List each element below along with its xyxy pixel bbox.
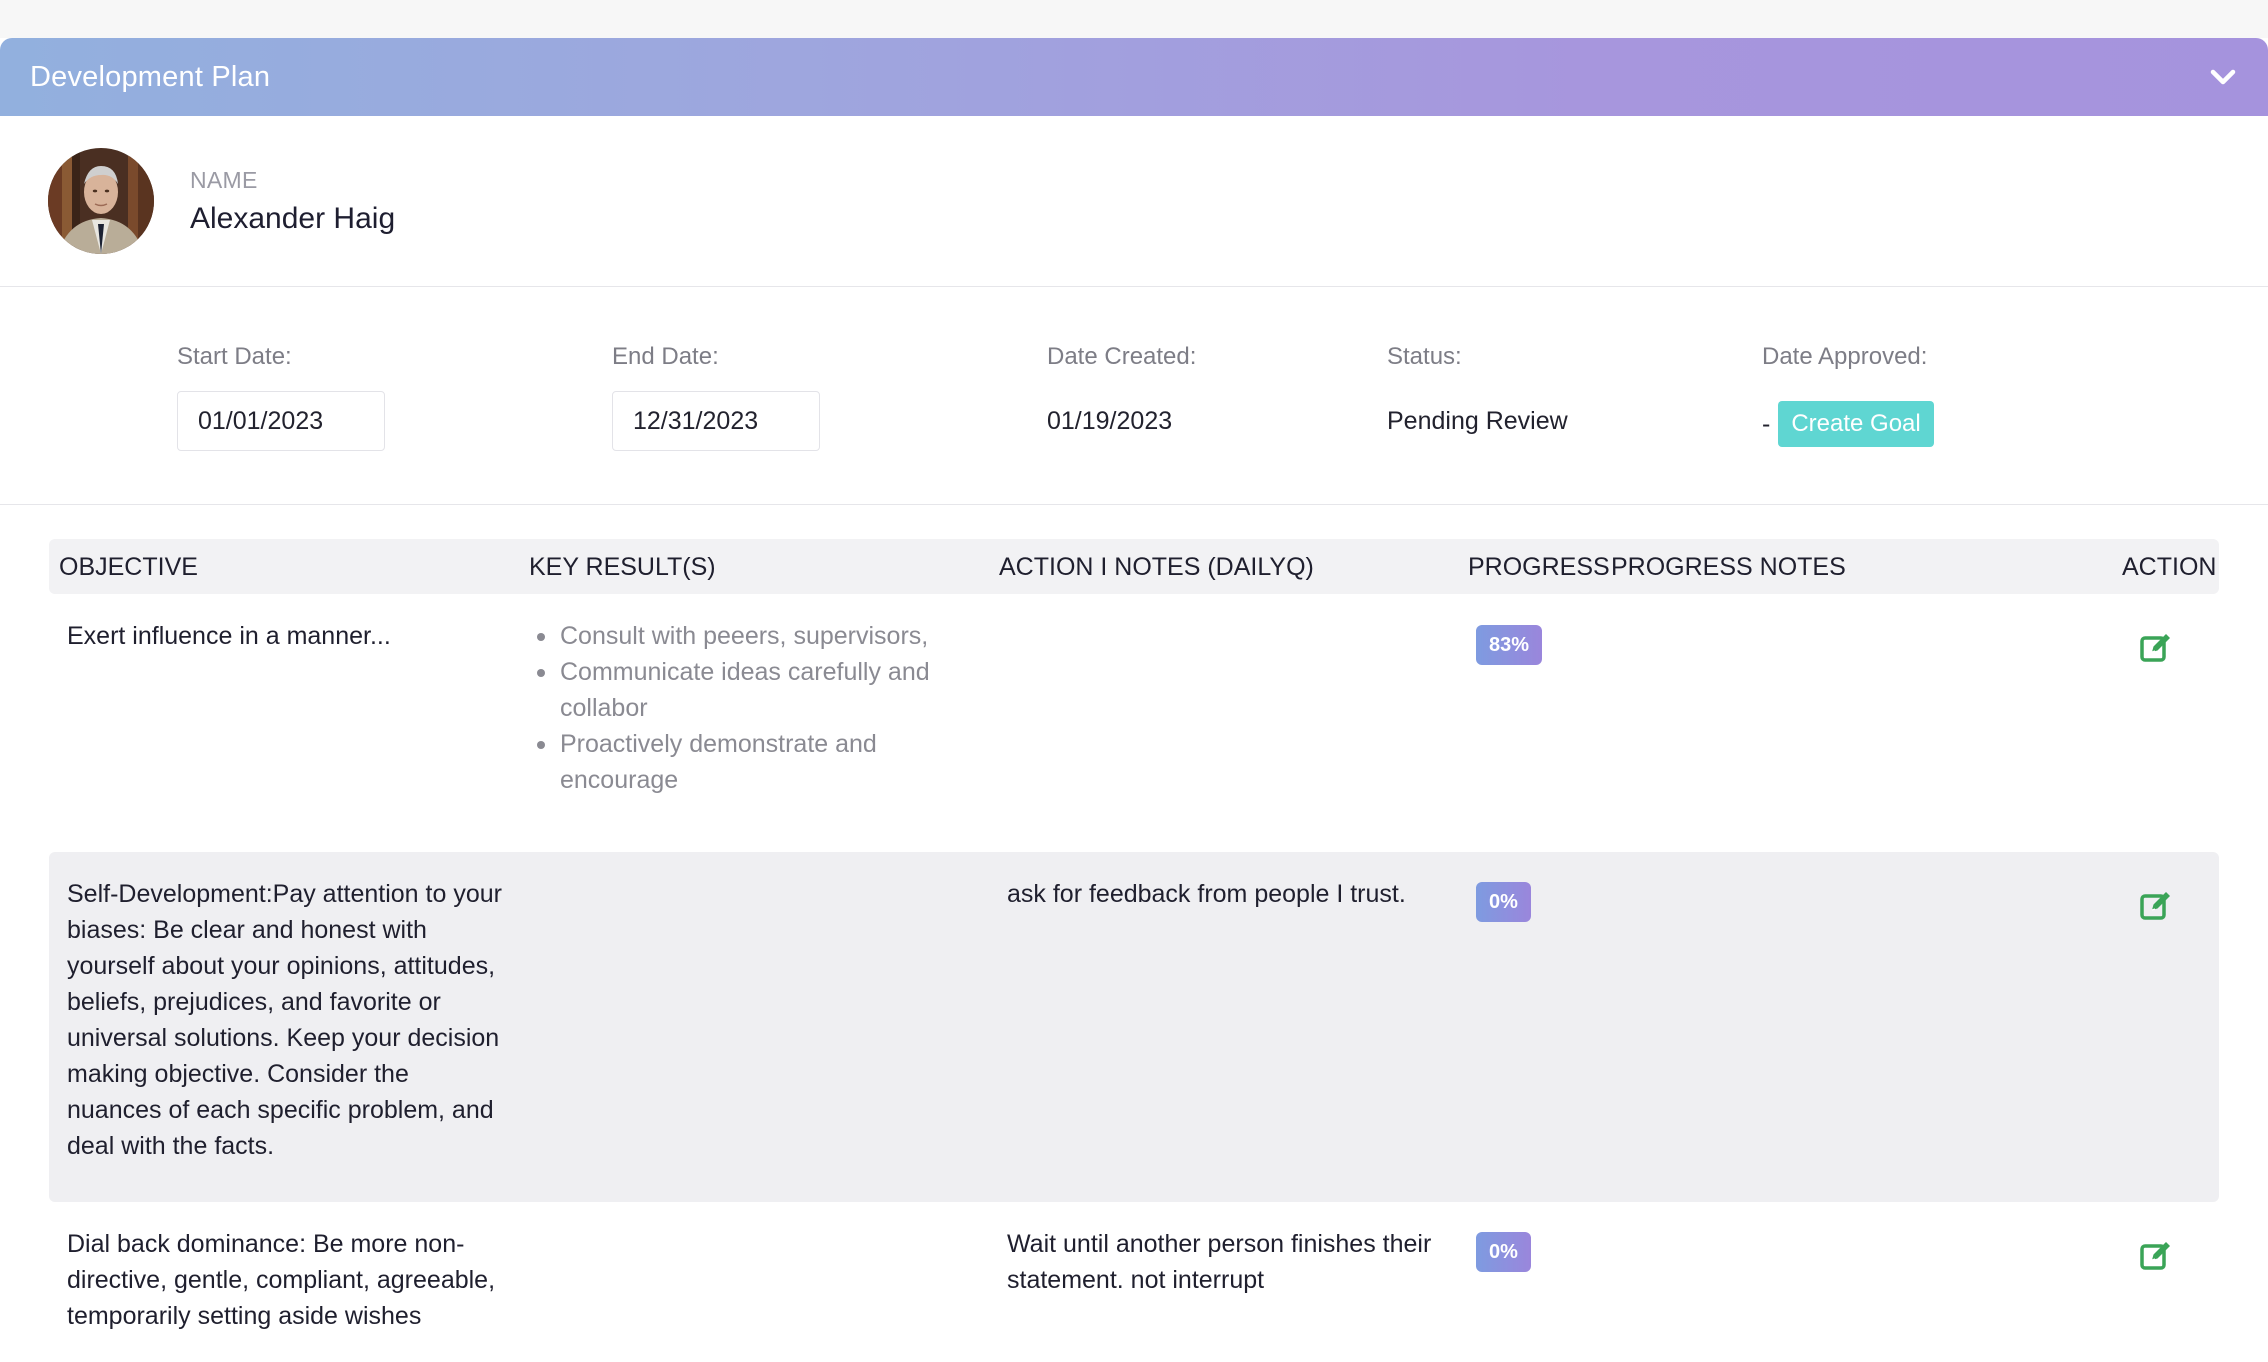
- edit-icon[interactable]: [2139, 889, 2173, 923]
- create-goal-button[interactable]: Create Goal: [1778, 401, 1934, 447]
- header-progress: PROGRESS: [1468, 553, 1610, 581]
- objective-cell: Exert influence in a manner...: [67, 622, 391, 650]
- plan-dates-section: Start Date: 01/01/2023 End Date: 12/31/2…: [0, 287, 2268, 505]
- end-date-label: End Date:: [612, 343, 719, 370]
- key-results-list: Consult with peeers, supervisors, Commun…: [535, 618, 945, 798]
- status-value: Pending Review: [1387, 407, 1568, 435]
- header-action: ACTION: [2122, 553, 2217, 581]
- header-key-results: KEY RESULT(S): [529, 553, 716, 581]
- date-approved-row: - Create Goal: [1762, 401, 1934, 447]
- top-strip: [0, 0, 2268, 38]
- profile-section: NAME Alexander Haig: [0, 116, 2268, 287]
- header-action-notes: ACTION I NOTES (DAILYQ): [999, 553, 1314, 581]
- header-progress-notes: PROGRESS NOTES: [1611, 553, 1846, 581]
- date-created-value: 01/19/2023: [1047, 407, 1173, 435]
- table-row: Exert influence in a manner... Consult w…: [49, 594, 2219, 852]
- progress-badge: 0%: [1476, 1232, 1531, 1272]
- edit-icon[interactable]: [2139, 1239, 2173, 1273]
- action-notes-cell: ask for feedback from people I trust.: [1007, 880, 1406, 908]
- key-result-item: Proactively demonstrate and encourage: [535, 726, 945, 798]
- key-result-item: Consult with peeers, supervisors,: [535, 618, 945, 654]
- objectives-table: OBJECTIVE KEY RESULT(S) ACTION I NOTES (…: [49, 539, 2219, 1352]
- date-created-field: Date Created: 01/19/2023: [1047, 343, 1196, 436]
- edit-icon[interactable]: [2139, 631, 2173, 665]
- panel-title: Development Plan: [30, 60, 271, 93]
- profile-text: NAME Alexander Haig: [190, 167, 395, 236]
- key-result-item: Communicate ideas carefully and collabor: [535, 654, 945, 726]
- name-label: NAME: [190, 166, 258, 193]
- chevron-down-icon[interactable]: [2208, 62, 2238, 92]
- panel-header[interactable]: Development Plan: [0, 38, 2268, 116]
- avatar: [48, 148, 154, 254]
- date-created-label: Date Created:: [1047, 343, 1197, 370]
- start-date-input[interactable]: 01/01/2023: [177, 391, 385, 451]
- start-date-label: Start Date:: [177, 343, 292, 370]
- progress-badge: 83%: [1476, 625, 1543, 665]
- date-approved-label: Date Approved:: [1762, 343, 1928, 370]
- objective-cell: Self-Development:Pay attention to your b…: [67, 880, 502, 1160]
- objective-cell: Dial back dominance: Be more non-directi…: [67, 1230, 496, 1330]
- start-date-field: Start Date: 01/01/2023: [177, 343, 385, 451]
- table-row: Self-Development:Pay attention to your b…: [49, 852, 2219, 1202]
- date-approved-value: -: [1762, 409, 1771, 438]
- end-date-input[interactable]: 12/31/2023: [612, 391, 820, 451]
- header-objective: OBJECTIVE: [59, 553, 198, 581]
- status-field: Status: Pending Review: [1387, 343, 1568, 436]
- employee-name: Alexander Haig: [190, 201, 396, 235]
- progress-badge: 0%: [1476, 882, 1531, 922]
- status-label: Status:: [1387, 343, 1462, 370]
- table-row: Dial back dominance: Be more non-directi…: [49, 1202, 2219, 1352]
- table-header: OBJECTIVE KEY RESULT(S) ACTION I NOTES (…: [49, 539, 2219, 594]
- action-notes-cell: Wait until another person finishes their…: [1007, 1230, 1432, 1294]
- end-date-field: End Date: 12/31/2023: [612, 343, 820, 451]
- date-approved-field: Date Approved: - Create Goal: [1762, 343, 1934, 447]
